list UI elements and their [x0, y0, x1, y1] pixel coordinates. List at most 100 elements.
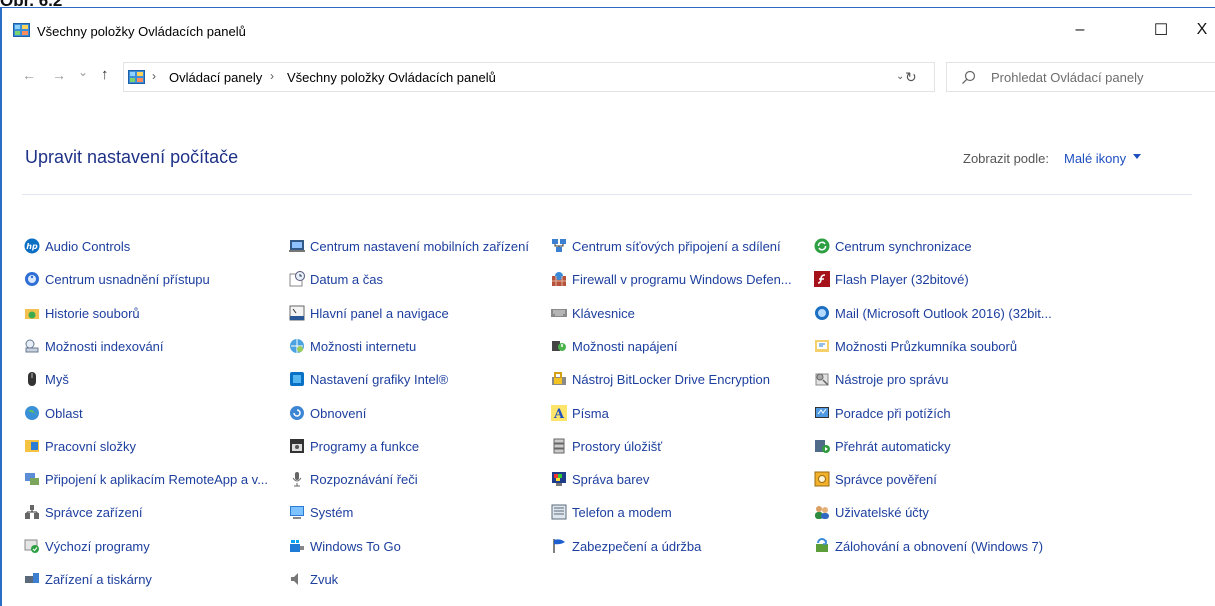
control-panel-item[interactable]: Historie souborů — [24, 303, 140, 323]
control-panel-item[interactable]: Správa barev — [551, 469, 649, 489]
view-by-label: Zobrazit podle: — [963, 151, 1049, 166]
control-panel-item-label: Pracovní složky — [45, 438, 137, 454]
control-panel-item[interactable]: Centrum nastavení mobilních zařízení — [289, 236, 529, 256]
title-bar[interactable]: Všechny položky Ovládacích panelů – ☐ X — [2, 8, 1215, 48]
window-title: Všechny položky Ovládacích panelů — [37, 24, 246, 39]
control-panel-item-label: Uživatelské účty — [835, 504, 929, 520]
control-panel-item[interactable]: Programy a funkce — [289, 436, 419, 456]
control-panel-item[interactable]: Prostory úložišť — [551, 436, 662, 456]
control-panel-item[interactable]: Hlavní panel a navigace — [289, 303, 449, 323]
recent-locations-button[interactable]: ⌄ — [78, 65, 88, 79]
control-panel-item-label: Prostory úložišť — [572, 438, 663, 454]
control-panel-item[interactable]: Centrum síťových připojení a sdílení — [551, 236, 781, 256]
minimize-button[interactable]: – — [1057, 14, 1103, 46]
control-panel-item[interactable]: Nastavení grafiky Intel® — [289, 369, 448, 389]
chevron-down-icon[interactable]: ⌄ — [896, 71, 904, 82]
control-panel-item[interactable]: Možnosti Průzkumníka souborů — [814, 336, 1017, 356]
control-panel-item[interactable]: Zvuk — [289, 569, 338, 589]
power-options-icon — [551, 338, 567, 354]
user-accounts-icon — [814, 504, 830, 520]
date-time-icon — [289, 271, 305, 287]
up-button[interactable]: ↑ — [101, 66, 109, 83]
control-panel-item[interactable]: Firewall v programu Windows Defen... — [551, 269, 792, 289]
forward-button[interactable]: → — [52, 67, 66, 83]
control-panel-window: Všechny položky Ovládacích panelů – ☐ X … — [0, 7, 1215, 606]
control-panel-item[interactable]: Mail (Microsoft Outlook 2016) (32bit... — [814, 303, 1052, 323]
control-panel-item[interactable]: Zařízení a tiskárny — [24, 569, 152, 589]
network-center-icon — [551, 238, 567, 254]
control-panel-item[interactable]: Možnosti indexování — [24, 336, 164, 356]
control-panel-item[interactable]: Správce zařízení — [24, 502, 143, 522]
control-panel-item-label: Připojení k aplikacím RemoteApp a v... — [45, 471, 269, 487]
view-by-dropdown[interactable]: Malé ikony — [1064, 151, 1126, 166]
control-panel-item-label: Zabezpečení a údržba — [572, 538, 702, 554]
remoteapp-icon — [24, 471, 40, 487]
control-panel-item-label: Poradce při potížích — [835, 405, 951, 421]
control-panel-item[interactable]: A Písma — [551, 403, 609, 423]
control-panel-item[interactable]: Uživatelské účty — [814, 502, 929, 522]
breadcrumb-all-items[interactable]: Všechny položky Ovládacích panelů — [287, 70, 496, 85]
control-panel-item[interactable]: Oblast — [24, 403, 83, 423]
keyboard-icon — [551, 305, 567, 321]
address-bar[interactable]: › Ovládací panely › Všechny položky Ovlá… — [123, 62, 935, 92]
control-panel-item[interactable]: Zabezpečení a údržba — [551, 536, 701, 556]
breadcrumb-separator: › — [270, 69, 274, 83]
fonts-icon: A — [551, 405, 567, 421]
maximize-button[interactable]: ☐ — [1138, 14, 1184, 46]
control-panel-item[interactable]: Centrum usnadnění přístupu — [24, 269, 210, 289]
control-panel-item-label: Obnovení — [310, 405, 367, 421]
refresh-button[interactable]: ↻ — [905, 69, 917, 86]
header-divider — [22, 194, 1192, 195]
control-panel-item-label: Audio Controls — [45, 238, 131, 254]
recovery-icon — [289, 405, 305, 421]
breadcrumb-control-panel[interactable]: Ovládací panely — [169, 70, 262, 85]
default-programs-icon — [24, 538, 40, 554]
control-panel-item[interactable]: Myš — [24, 369, 69, 389]
control-panel-item[interactable]: Rozpoznávání řeči — [289, 469, 418, 489]
control-panel-item[interactable]: Nástroje pro správu — [814, 369, 948, 389]
control-panel-item[interactable]: Správce pověření — [814, 469, 937, 489]
control-panel-item[interactable]: Systém — [289, 502, 353, 522]
close-button[interactable]: X — [1187, 14, 1215, 46]
control-panel-item[interactable]: Centrum synchronizace — [814, 236, 972, 256]
autoplay-icon — [814, 438, 830, 454]
region-icon — [24, 405, 40, 421]
breadcrumb-separator: › — [152, 69, 156, 83]
control-panel-item[interactable]: Možnosti napájení — [551, 336, 678, 356]
control-panel-item-label: Výchozí programy — [45, 538, 150, 554]
control-panel-item[interactable]: Obnovení — [289, 403, 366, 423]
control-panel-item[interactable]: Zálohování a obnovení (Windows 7) — [814, 536, 1043, 556]
dropdown-arrow-icon[interactable] — [1133, 154, 1141, 159]
control-panel-item-label: Zálohování a obnovení (Windows 7) — [835, 538, 1044, 554]
control-panel-item[interactable]: Datum a čas — [289, 269, 383, 289]
control-panel-item[interactable]: hp Audio Controls — [24, 236, 130, 256]
control-panel-item[interactable]: Flash Player (32bitové) — [814, 269, 969, 289]
control-panel-item[interactable]: Pracovní složky — [24, 436, 136, 456]
control-panel-item[interactable]: Poradce při potížích — [814, 403, 951, 423]
control-panel-item-label: Datum a čas — [310, 271, 383, 287]
control-panel-item-label: Flash Player (32bitové) — [835, 271, 969, 287]
control-panel-item[interactable]: Nástroj BitLocker Drive Encryption — [551, 369, 770, 389]
control-panel-item[interactable]: Výchozí programy — [24, 536, 150, 556]
search-input[interactable]: Prohledat Ovládací panely — [946, 62, 1215, 92]
file-history-icon — [24, 305, 40, 321]
control-panel-item-label: Možnosti Průzkumníka souborů — [835, 338, 1018, 354]
control-panel-item[interactable]: Telefon a modem — [551, 502, 672, 522]
control-panel-item[interactable]: Klávesnice — [551, 303, 635, 323]
control-panel-item-label: Písma — [572, 405, 609, 421]
mail-icon — [814, 305, 830, 321]
control-panel-icon — [128, 70, 145, 84]
bitlocker-icon — [551, 371, 567, 387]
control-panel-item[interactable]: Windows To Go — [289, 536, 401, 556]
control-panel-item-label: Správce zařízení — [45, 504, 143, 520]
control-panel-item-label: Nástroje pro správu — [835, 371, 949, 387]
control-panel-item[interactable]: Připojení k aplikacím RemoteApp a v... — [24, 469, 268, 489]
control-panel-item[interactable]: Přehrát automaticky — [814, 436, 951, 456]
security-maintenance-icon — [551, 538, 567, 554]
control-panel-item-label: Programy a funkce — [310, 438, 420, 454]
control-panel-item[interactable]: Možnosti internetu — [289, 336, 416, 356]
control-panel-item-label: Zařízení a tiskárny — [45, 571, 152, 587]
back-button[interactable]: ← — [22, 67, 36, 83]
color-management-icon — [551, 471, 567, 487]
sync-center-icon — [814, 238, 830, 254]
